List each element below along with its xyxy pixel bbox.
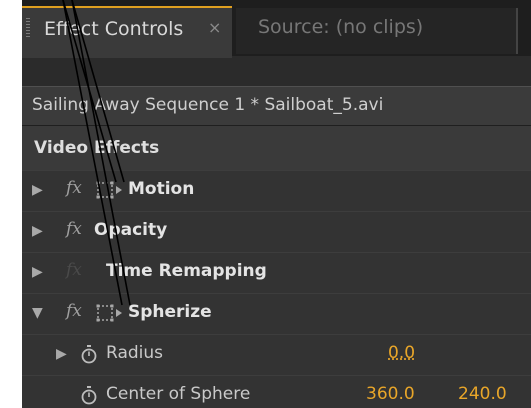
- callout-lines: [62, 0, 131, 306]
